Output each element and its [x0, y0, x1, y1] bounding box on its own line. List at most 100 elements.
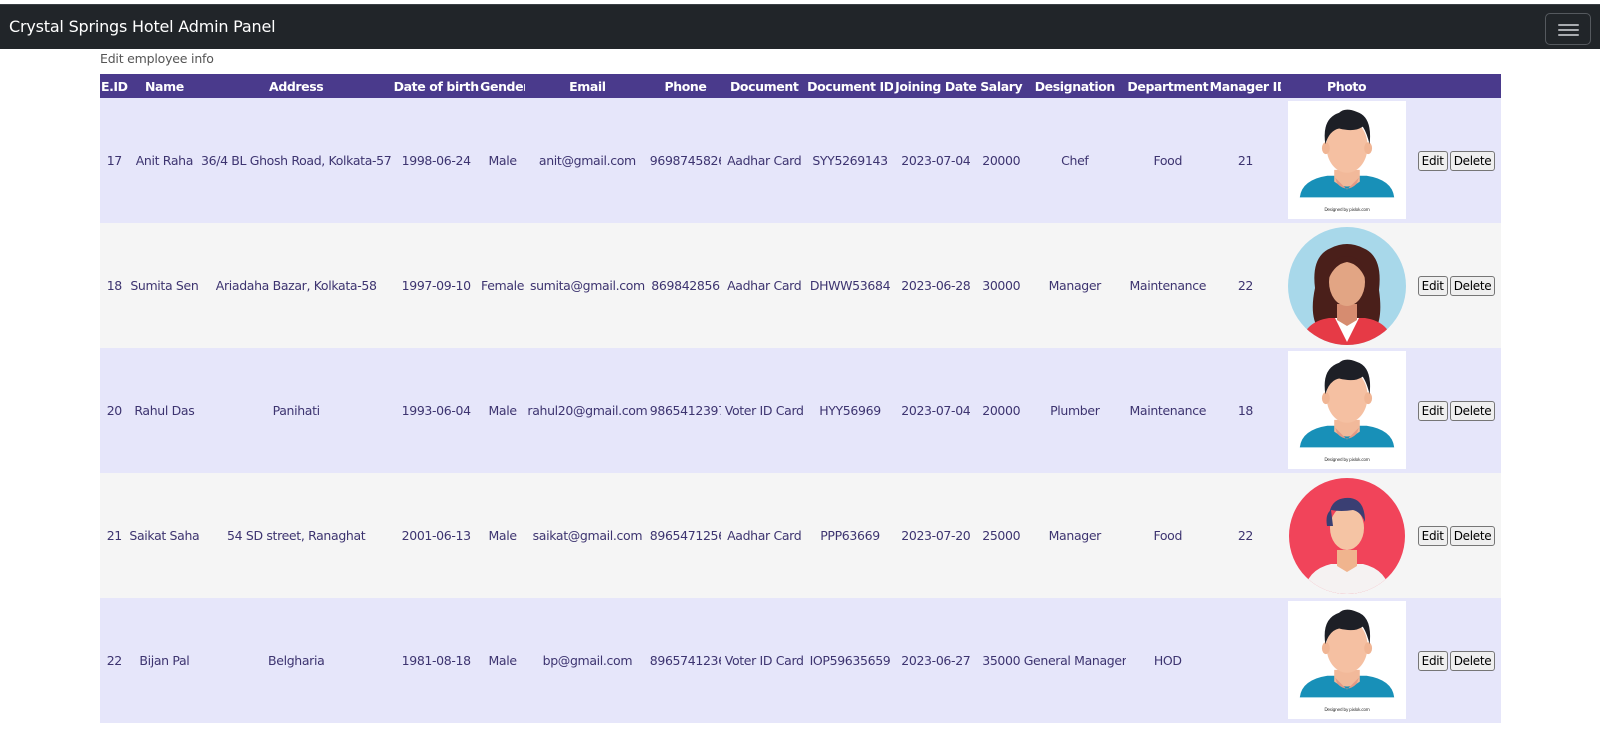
cell-gender: Female [481, 278, 525, 293]
cell-dob: 2001-06-13 [401, 528, 472, 543]
cell-actions: Edit Delete [1412, 598, 1501, 723]
cell-photo [1281, 223, 1412, 348]
header-document-id: Document ID [807, 78, 893, 94]
cell-photo: Designed by pixlok.com [1281, 98, 1412, 223]
cell-joining: 2023-07-04 [901, 403, 971, 418]
delete-button[interactable]: Delete [1449, 150, 1496, 171]
cell-actions: Edit Delete [1412, 473, 1501, 598]
cell-eid: 17 [106, 153, 123, 168]
cell-document: Voter ID Card [724, 403, 804, 418]
header-dob: Date of birth [393, 78, 479, 94]
cell-phone: 869842856 [651, 278, 720, 293]
edit-button[interactable]: Edit [1417, 650, 1448, 671]
table-header-row: E.ID Name Address Date of birth Gender E… [100, 74, 1501, 98]
header-department: Department [1127, 78, 1209, 94]
cell-email: sumita@gmail.com [529, 278, 645, 293]
cell-department: HOD [1153, 653, 1182, 668]
table-row: 21 Saikat Saha 54 SD street, Ranaghat 2001-… [100, 473, 1501, 598]
cell-salary: 20000 [982, 403, 1021, 418]
cell-email: anit@gmail.com [538, 153, 636, 168]
navbar-toggle-button[interactable] [1545, 13, 1591, 45]
employee-photo: Designed by pixlok.com [1287, 600, 1407, 721]
edit-button[interactable]: Edit [1417, 525, 1448, 546]
navbar-brand[interactable]: Crystal Springs Hotel Admin Panel [9, 17, 276, 36]
edit-button[interactable]: Edit [1417, 150, 1448, 171]
header-actions [1412, 74, 1501, 98]
table-row: 18 Sumita Sen Ariadaha Bazar, Kolkata-58 19… [100, 223, 1501, 348]
cell-salary: 30000 [982, 278, 1021, 293]
cell-salary: 35000 [982, 653, 1021, 668]
header-joining-date: Joining Date [895, 78, 977, 94]
cell-joining: 2023-07-20 [901, 528, 971, 543]
delete-button[interactable]: Delete [1449, 400, 1496, 421]
cell-photo [1281, 473, 1412, 598]
employee-photo: Designed by pixlok.com [1287, 100, 1407, 221]
cell-document-id: IOP59635659 [809, 653, 891, 668]
cell-dob: 1993-06-04 [401, 403, 472, 418]
cell-eid: 22 [106, 653, 123, 668]
cell-document-id: HYY56969 [819, 403, 881, 418]
header-email: Email [569, 78, 606, 94]
delete-button[interactable]: Delete [1449, 650, 1496, 671]
cell-document: Aadhar Card [727, 528, 802, 543]
cell-photo: Designed by pixlok.com [1281, 598, 1412, 723]
header-document: Document [729, 78, 799, 94]
table-row: 22 Bijan Pal Belgharia 1981-08-18 Male bp@gma… [100, 598, 1501, 723]
cell-actions: Edit Delete [1412, 223, 1501, 348]
cell-eid: 20 [106, 403, 123, 418]
cell-manager-id [1210, 598, 1282, 723]
cell-department: Maintenance [1129, 403, 1207, 418]
cell-actions: Edit Delete [1412, 348, 1501, 473]
cell-department: Food [1153, 153, 1183, 168]
employee-photo [1287, 476, 1407, 596]
cell-email: saikat@gmail.com [532, 528, 643, 543]
cell-document: Voter ID Card [724, 653, 804, 668]
edit-button[interactable]: Edit [1417, 400, 1448, 421]
page-caption: Edit employee info [100, 51, 214, 66]
header-salary: Salary [980, 78, 1023, 94]
cell-designation: Manager [1048, 528, 1102, 543]
cell-email: rahul20@gmail.com [527, 403, 648, 418]
cell-joining: 2023-06-28 [901, 278, 971, 293]
svg-text:Designed by pixlok.com: Designed by pixlok.com [1324, 207, 1369, 213]
employee-photo [1287, 226, 1407, 346]
header-designation: Designation [1034, 78, 1116, 94]
header-photo: Photo [1326, 78, 1367, 94]
table-row: 17 Anit Raha 36/4 BL Ghosh Road, Kolkata-5… [100, 98, 1501, 223]
cell-gender: Male [488, 528, 517, 543]
employee-photo: Designed by pixlok.com [1287, 350, 1407, 471]
header-address: Address [269, 78, 324, 94]
cell-dob: 1997-09-10 [401, 278, 472, 293]
cell-gender: Male [488, 403, 517, 418]
cell-department: Maintenance [1129, 278, 1207, 293]
cell-phone: 9698745826 [649, 153, 722, 168]
cell-joining: 2023-06-27 [901, 653, 971, 668]
delete-button[interactable]: Delete [1449, 275, 1496, 296]
cell-designation: Chef [1061, 153, 1089, 168]
cell-manager-id: 18 [1237, 403, 1254, 418]
cell-gender: Male [488, 653, 517, 668]
cell-actions: Edit Delete [1412, 98, 1501, 223]
cell-designation: General Manager [1023, 653, 1126, 668]
cell-document-id: PPP63669 [820, 528, 880, 543]
cell-manager-id: 22 [1237, 528, 1254, 543]
header-gender: Gender [480, 78, 526, 94]
cell-phone: 8965471256 [649, 528, 722, 543]
svg-text:Designed by pixlok.com: Designed by pixlok.com [1324, 457, 1369, 463]
cell-manager-id: 21 [1237, 153, 1254, 168]
cell-dob: 1998-06-24 [401, 153, 472, 168]
edit-button[interactable]: Edit [1417, 275, 1448, 296]
delete-button[interactable]: Delete [1449, 525, 1496, 546]
cell-address: Ariadaha Bazar, Kolkata-58 [215, 278, 377, 293]
cell-designation: Plumber [1050, 403, 1100, 418]
cell-manager-id: 22 [1237, 278, 1254, 293]
cell-eid: 18 [106, 278, 123, 293]
cell-designation: Manager [1048, 278, 1102, 293]
table-row: 20 Rahul Das Panihati 1993-06-04 Male rahul20… [100, 348, 1501, 473]
navbar: Crystal Springs Hotel Admin Panel [0, 4, 1600, 49]
header-phone: Phone [664, 78, 707, 94]
cell-phone: 8965741236 [649, 653, 722, 668]
cell-address: Belgharia [268, 653, 325, 668]
cell-document: Aadhar Card [727, 278, 802, 293]
cell-department: Food [1153, 528, 1183, 543]
